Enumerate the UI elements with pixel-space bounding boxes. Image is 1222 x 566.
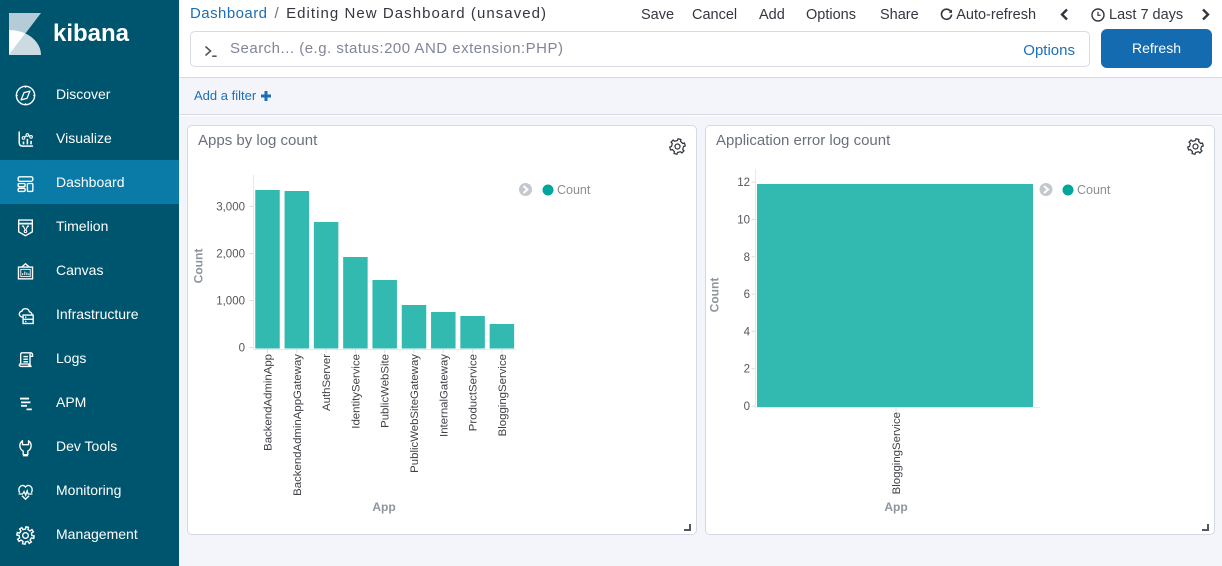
svg-text:Count: Count — [557, 183, 591, 197]
svg-text:BloggingService: BloggingService — [497, 354, 509, 436]
svg-text:10: 10 — [737, 215, 750, 227]
svg-text:3,000: 3,000 — [216, 202, 245, 214]
svg-text:4: 4 — [744, 326, 751, 338]
svg-text:PublicWebSiteGateway: PublicWebSiteGateway — [409, 354, 421, 473]
svg-text:BackendAdminApp: BackendAdminApp — [263, 354, 275, 451]
svg-text:2,000: 2,000 — [216, 249, 245, 261]
svg-text:2: 2 — [744, 364, 750, 376]
svg-text:App: App — [372, 500, 395, 514]
svg-text:IdentityService: IdentityService — [350, 354, 362, 429]
svg-text:ProductService: ProductService — [468, 354, 480, 431]
svg-text:0: 0 — [239, 343, 245, 355]
svg-text:AuthServer: AuthServer — [321, 354, 333, 411]
svg-text:PublicWebSite: PublicWebSite — [380, 354, 392, 428]
svg-text:App: App — [884, 500, 907, 514]
svg-text:6: 6 — [744, 289, 750, 301]
svg-text:Count: Count — [192, 249, 206, 284]
svg-text:1,000: 1,000 — [216, 296, 245, 308]
svg-text:12: 12 — [737, 177, 750, 189]
svg-text:Count: Count — [708, 278, 722, 313]
svg-text:Count: Count — [1077, 183, 1111, 197]
svg-text:8: 8 — [744, 252, 750, 264]
svg-text:BloggingService: BloggingService — [891, 412, 903, 494]
svg-text:0: 0 — [744, 401, 750, 413]
svg-text:InternalGateway: InternalGateway — [438, 354, 450, 437]
svg-text:BackendAdminAppGateway: BackendAdminAppGateway — [292, 354, 304, 496]
